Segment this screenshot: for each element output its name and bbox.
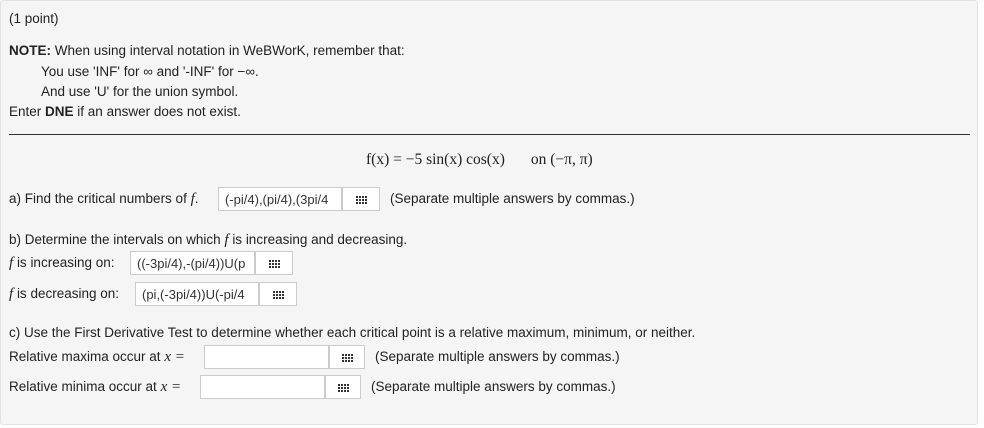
part-c-prompt: c) Use the First Derivative Test to dete… <box>9 325 696 340</box>
decreasing-label: f is decreasing on: <box>9 286 119 302</box>
divider <box>9 134 970 135</box>
part-a-dot: . <box>194 191 199 206</box>
part-a-prompt: a) Find the critical numbers of f. <box>9 191 199 207</box>
note-line-3: And use 'U' for the union symbol. <box>41 84 239 99</box>
part-b-text-pre: b) Determine the intervals on which <box>9 232 221 247</box>
maxima-label: Relative maxima occur at x = <box>9 349 185 365</box>
increasing-label: f is increasing on: <box>9 255 115 271</box>
note-dne-pre: Enter <box>9 104 46 119</box>
relative-minima-input[interactable] <box>200 375 325 399</box>
maxima-text: Relative maxima occur at <box>9 349 161 364</box>
grid-icon <box>337 382 349 392</box>
decreasing-text: is decreasing on: <box>16 286 119 301</box>
grid-icon <box>341 352 353 362</box>
equation-editor-button-max[interactable] <box>329 345 365 369</box>
decreasing-input[interactable]: (pi,(-3pi/4))U(-pi/4 <box>135 282 259 306</box>
relative-maxima-input[interactable] <box>204 345 329 369</box>
part-b-var: f <box>224 232 229 248</box>
function-domain: on (−π, π) <box>530 151 593 168</box>
equation-editor-button-a[interactable] <box>342 187 380 211</box>
increasing-text: is increasing on: <box>16 255 115 270</box>
note-dne: DNE <box>45 104 74 119</box>
part-b-prompt: b) Determine the intervals on which f is… <box>9 232 407 248</box>
part-a-hint: (Separate multiple answers by commas.) <box>390 191 635 206</box>
increasing-var: f <box>9 255 14 271</box>
increasing-input[interactable]: ((-3pi/4),-(pi/4))U(p <box>130 251 255 275</box>
note-line-1: NOTE: When using interval notation in We… <box>9 43 405 59</box>
note-text: When using interval notation in WeBWorK,… <box>54 43 405 58</box>
maxima-hint: (Separate multiple answers by commas.) <box>375 349 620 364</box>
note-label: NOTE: <box>9 43 51 58</box>
minima-text: Relative minima occur at <box>9 379 157 394</box>
equation-editor-button-min[interactable] <box>325 375 361 399</box>
note-line-4: Enter DNE if an answer does not exist. <box>9 104 241 120</box>
points-label: (1 point) <box>9 11 59 26</box>
function-formula: f(x) = −5 sin(x) cos(x) <box>366 151 505 168</box>
maxima-xeq: x = <box>164 349 185 365</box>
note-dne-post: if an answer does not exist. <box>73 104 241 119</box>
part-a-text: a) Find the critical numbers of <box>9 191 187 206</box>
minima-xeq: x = <box>160 379 182 395</box>
decreasing-var: f <box>9 286 14 302</box>
part-b-text-post: is increasing and decreasing. <box>232 232 408 247</box>
minima-label: Relative minima occur at x = <box>9 379 181 395</box>
function-expression: f(x) = −5 sin(x) cos(x) on (−π, π) <box>366 151 593 169</box>
problem-panel: (1 point) NOTE: When using interval nota… <box>0 0 978 425</box>
grid-icon <box>355 194 367 204</box>
grid-icon <box>268 258 280 268</box>
equation-editor-button-inc[interactable] <box>255 251 293 275</box>
grid-icon <box>272 289 284 299</box>
note-line-2: You use 'INF' for ∞ and '-INF' for −∞. <box>41 64 259 79</box>
equation-editor-button-dec[interactable] <box>259 282 297 306</box>
critical-numbers-input[interactable]: (-pi/4),(pi/4),(3pi/4 <box>218 187 342 211</box>
minima-hint: (Separate multiple answers by commas.) <box>371 379 616 394</box>
